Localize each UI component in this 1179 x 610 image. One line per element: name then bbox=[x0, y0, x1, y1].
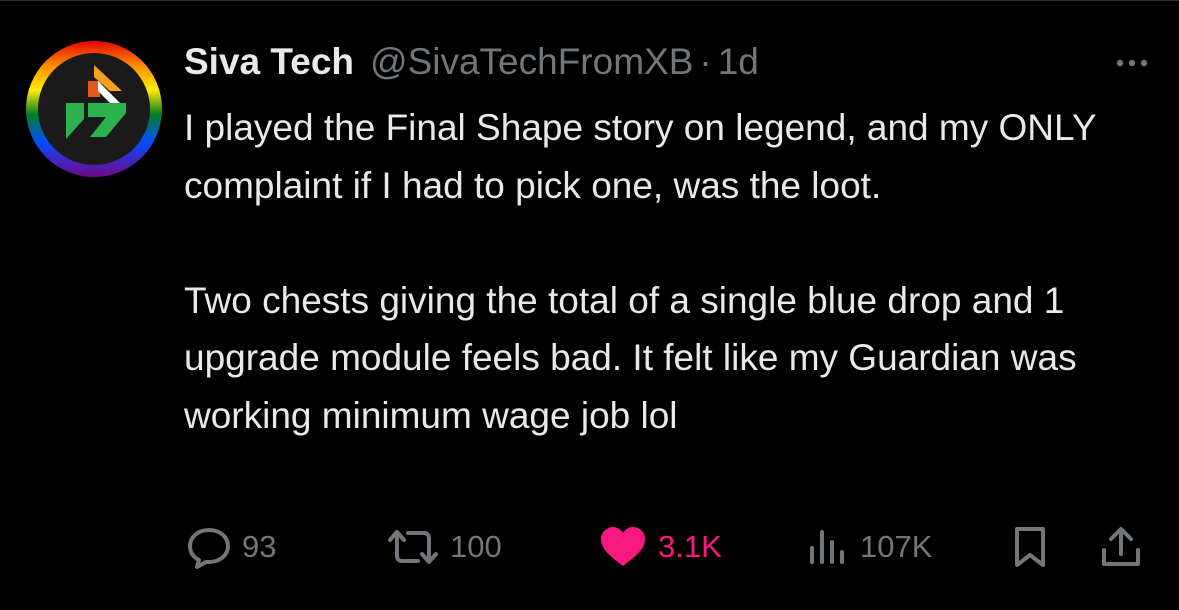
views-button[interactable]: 107K bbox=[804, 521, 932, 573]
tweet-paragraph: I played the Final Shape story on legend… bbox=[184, 107, 1096, 206]
like-button[interactable]: 3.1K bbox=[598, 521, 722, 573]
header-separator: · bbox=[699, 41, 712, 82]
more-options-icon bbox=[1116, 59, 1148, 67]
retweet-button[interactable]: 100 bbox=[386, 521, 502, 573]
tweet-paragraph: Two chests giving the total of a single … bbox=[184, 279, 1077, 436]
views-count: 107K bbox=[860, 529, 933, 564]
heart-icon bbox=[601, 527, 645, 566]
share-icon bbox=[1102, 527, 1140, 566]
share-button[interactable] bbox=[1098, 521, 1144, 573]
bookmark-icon bbox=[1015, 527, 1045, 567]
author-display-name[interactable]: Siva Tech bbox=[184, 41, 354, 83]
reply-count: 93 bbox=[242, 529, 277, 564]
retweet-count: 100 bbox=[450, 529, 502, 564]
tweet[interactable]: Siva Tech @SivaTechFromXB · 1d I played … bbox=[0, 0, 1179, 610]
avatar[interactable] bbox=[26, 41, 162, 177]
rainbow-ring-logo-icon bbox=[26, 41, 162, 177]
tweet-timestamp[interactable]: 1d bbox=[718, 41, 759, 83]
tweet-text: I played the Final Shape story on legend… bbox=[184, 99, 1154, 444]
more-options-button[interactable] bbox=[1115, 53, 1149, 73]
author-handle[interactable]: @SivaTechFromXB bbox=[370, 41, 693, 83]
tweet-actions: 93 100 3.1K 107K bbox=[186, 521, 1146, 573]
views-icon bbox=[810, 530, 844, 564]
tweet-header: Siva Tech @SivaTechFromXB · 1d bbox=[184, 41, 759, 89]
retweet-icon bbox=[388, 530, 438, 564]
reply-icon bbox=[188, 528, 230, 569]
reply-button[interactable]: 93 bbox=[186, 521, 276, 573]
like-count: 3.1K bbox=[658, 529, 722, 564]
bookmark-button[interactable] bbox=[1010, 521, 1050, 573]
